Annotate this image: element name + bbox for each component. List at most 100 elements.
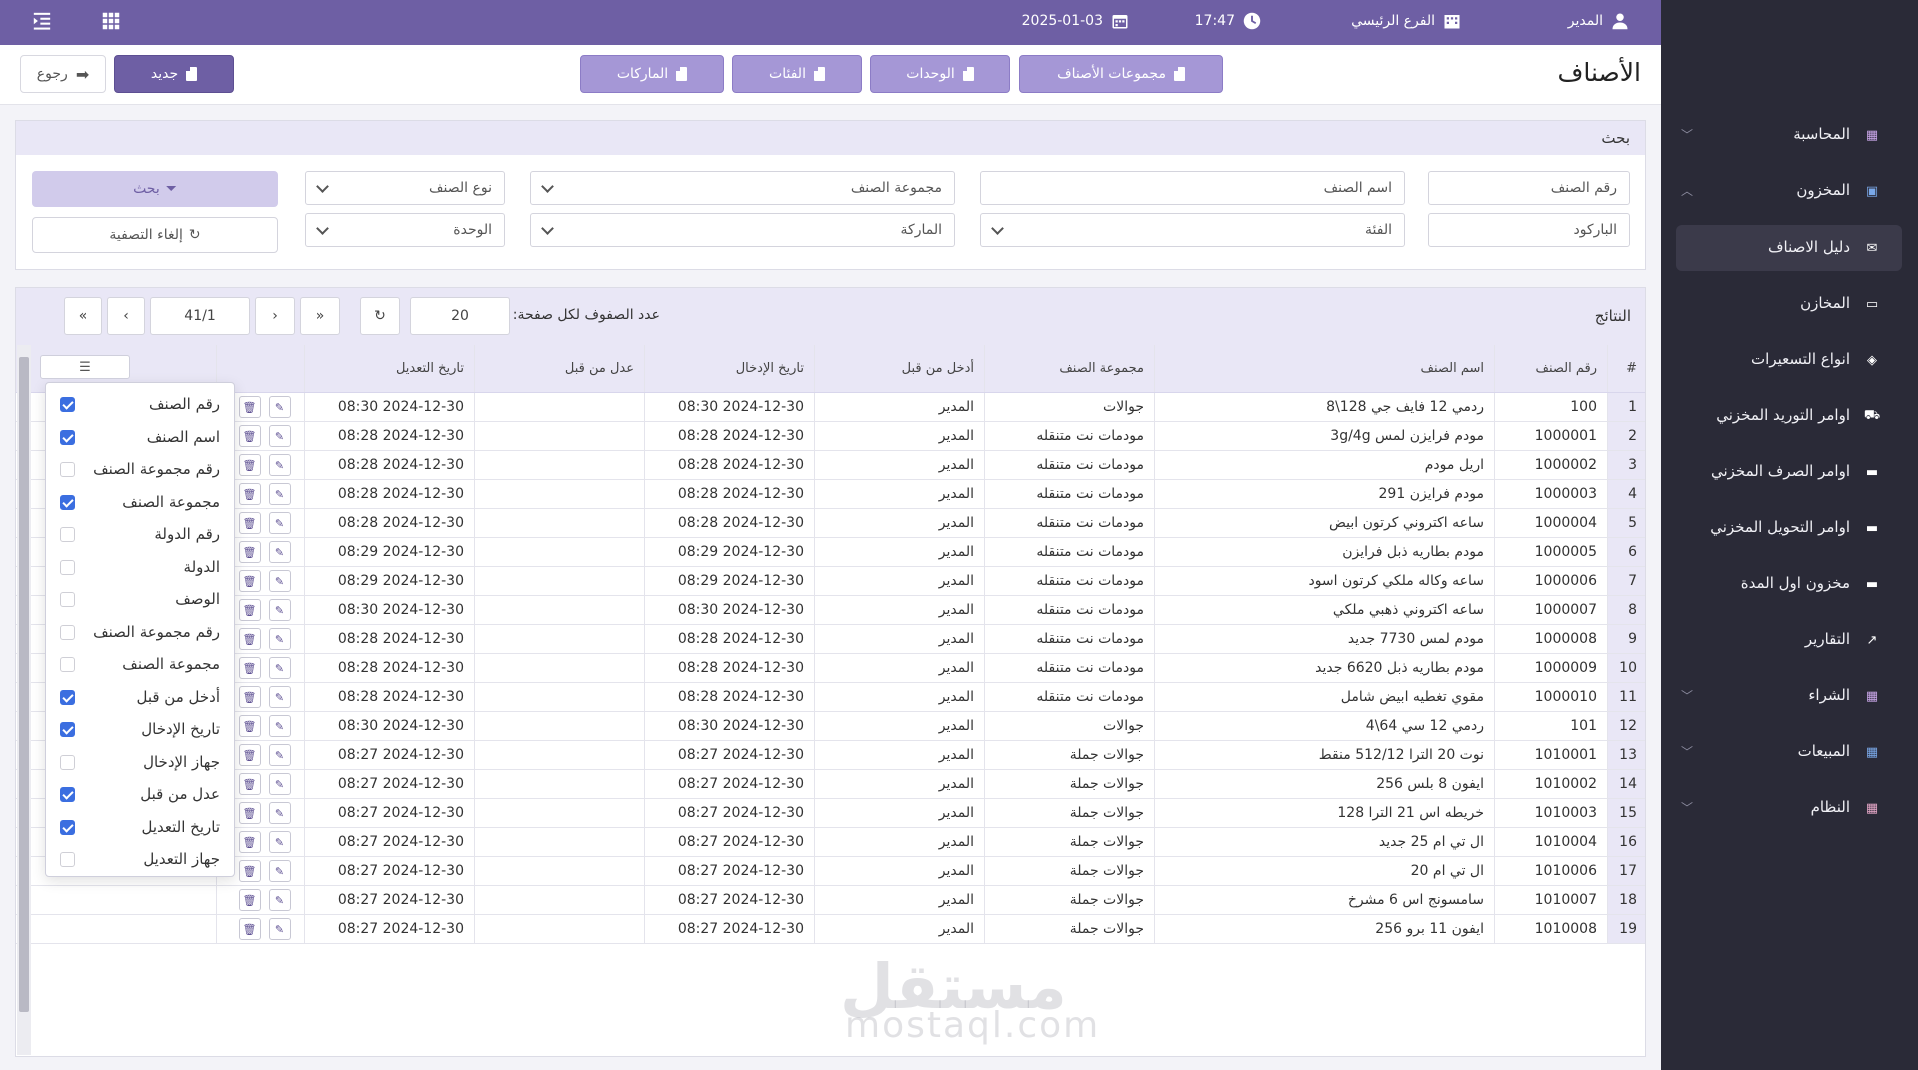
chevron-down-icon[interactable]: ﹀: [1678, 126, 1696, 144]
sidebar-item-8[interactable]: ▬ مخزون اول المدة: [1676, 561, 1902, 607]
trash-icon[interactable]: 🗑: [238, 918, 261, 940]
chevron-up-icon[interactable]: ︿: [1678, 182, 1696, 200]
item-no-input[interactable]: رقم الصنف: [1428, 171, 1630, 205]
header-date[interactable]: تاريخ الإدخال: [644, 345, 814, 392]
table-row[interactable]: 4 1000003 مودم فرايزن 291 مودمات نت متنقله ا…: [16, 480, 1645, 509]
table-row[interactable]: 16 1010004 ال تي ام 25 جديد جوالات جملة المد…: [16, 828, 1645, 857]
table-row[interactable]: 9 1000008 مودم لمس 7730 جديد مودمات نت متنق…: [16, 625, 1645, 654]
chevron-down-icon[interactable]: ﹀: [1678, 799, 1696, 817]
edit-icon[interactable]: ✎: [268, 860, 291, 882]
column-option[interactable]: تاريخ الإدخال: [46, 712, 220, 746]
checkbox[interactable]: [60, 429, 75, 445]
checkbox[interactable]: [60, 494, 75, 510]
column-settings-button[interactable]: ☰: [40, 355, 130, 379]
table-row[interactable]: 13 1010001 نوت 20 الترا 512/12 منقط جوالات …: [16, 741, 1645, 770]
checkbox[interactable]: [60, 527, 75, 542]
edit-icon[interactable]: ✎: [268, 802, 291, 824]
trash-icon[interactable]: 🗑: [238, 802, 261, 824]
sidebar-item-10[interactable]: ▦ الشراء ﹀: [1676, 673, 1902, 719]
sidebar-item-3[interactable]: ▭ المخازن: [1676, 281, 1902, 327]
tab-brands[interactable]: الماركات: [580, 55, 724, 93]
checkbox[interactable]: [60, 852, 75, 867]
edit-icon[interactable]: ✎: [268, 773, 291, 795]
rows-per-page-input[interactable]: 20: [410, 297, 510, 335]
header-n[interactable]: #: [1607, 345, 1645, 392]
table-scrollbar[interactable]: [17, 345, 31, 1055]
column-option[interactable]: الدولة: [46, 550, 220, 584]
edit-icon[interactable]: ✎: [268, 396, 291, 418]
column-option[interactable]: مجموعة الصنف: [46, 647, 220, 681]
table-row[interactable]: 12 101 ردمي 12 سي 64\4 جوالات المدير 2024-12-…: [16, 712, 1645, 741]
header-mby[interactable]: عدل من قبل: [474, 345, 644, 392]
edit-icon[interactable]: ✎: [268, 918, 291, 940]
trash-icon[interactable]: 🗑: [238, 773, 261, 795]
chevron-down-icon[interactable]: ﹀: [1678, 743, 1696, 761]
column-option[interactable]: رقم الدولة: [46, 517, 220, 551]
trash-icon[interactable]: 🗑: [238, 541, 261, 563]
barcode-input[interactable]: الباركود: [1428, 213, 1630, 247]
tab-categories[interactable]: الفئات: [732, 55, 862, 93]
column-option[interactable]: تاريخ التعديل: [46, 810, 220, 844]
table-row[interactable]: 7 1000006 ساعه وكاله ملكي كرتون اسود مودمات…: [16, 567, 1645, 596]
column-option[interactable]: رقم مجموعة الصنف: [46, 452, 220, 486]
edit-icon[interactable]: ✎: [268, 512, 291, 534]
chevron-down-icon[interactable]: ﹀: [1678, 687, 1696, 705]
menu-toggle-button[interactable]: [32, 12, 52, 30]
brand-select[interactable]: الماركة: [530, 213, 955, 247]
edit-icon[interactable]: ✎: [268, 483, 291, 505]
edit-icon[interactable]: ✎: [268, 657, 291, 679]
column-option[interactable]: مجموعة الصنف: [46, 485, 220, 519]
table-row[interactable]: 8 1000007 ساعه اكتروني ذهبي ملكي مودمات نت …: [16, 596, 1645, 625]
edit-icon[interactable]: ✎: [268, 599, 291, 621]
column-option[interactable]: جهاز الإدخال: [46, 745, 220, 779]
edit-icon[interactable]: ✎: [268, 686, 291, 708]
edit-icon[interactable]: ✎: [268, 454, 291, 476]
checkbox[interactable]: [60, 722, 75, 737]
edit-icon[interactable]: ✎: [268, 889, 291, 911]
edit-icon[interactable]: ✎: [268, 628, 291, 650]
refresh-button[interactable]: ↻: [360, 297, 400, 335]
clear-filter-button[interactable]: ↻ إلغاء التصفية: [32, 217, 278, 253]
new-button[interactable]: جديد: [114, 55, 234, 93]
tab-units[interactable]: الوحدات: [870, 55, 1010, 93]
table-row[interactable]: 18 1010007 سامسونج اس 6 مشرخ جوالات جملة الم…: [16, 886, 1645, 915]
checkbox[interactable]: [60, 397, 75, 412]
trash-icon[interactable]: 🗑: [238, 599, 261, 621]
item-type-select[interactable]: نوع الصنف: [305, 171, 505, 205]
trash-icon[interactable]: 🗑: [238, 483, 261, 505]
trash-icon[interactable]: 🗑: [238, 686, 261, 708]
table-row[interactable]: 11 1000010 مقوي تغطيه ابيض شامل مودمات نت م…: [16, 683, 1645, 712]
prev-page-button[interactable]: ‹: [255, 297, 295, 335]
checkbox[interactable]: [60, 754, 75, 770]
trash-icon[interactable]: 🗑: [238, 889, 261, 911]
sidebar-item-1[interactable]: ▣ المخزون ︿: [1676, 168, 1902, 214]
column-option[interactable]: الوصف: [46, 582, 220, 616]
sidebar-item-6[interactable]: ▬ اوامر الصرف المخزني: [1676, 449, 1902, 495]
scrollbar-thumb[interactable]: [19, 357, 29, 1012]
sidebar-item-2[interactable]: ✉ دليل الاصناف: [1676, 225, 1902, 271]
sidebar-item-4[interactable]: ◈ انواع التسعيرات: [1676, 337, 1902, 383]
table-row[interactable]: 2 1000001 مودم فرايزن لمس 3g/4g مودمات نت م…: [16, 422, 1645, 451]
table-row[interactable]: 1 100 ردمي 12 فايف جي 128\8 جوالات المدير 202…: [16, 393, 1645, 422]
sidebar-item-5[interactable]: ⛟ اوامر التوريد المخزني: [1676, 393, 1902, 439]
header-name[interactable]: اسم الصنف: [1154, 345, 1494, 392]
trash-icon[interactable]: 🗑: [238, 860, 261, 882]
checkbox[interactable]: [60, 689, 75, 705]
table-row[interactable]: 10 1000009 مودم بطاريه ذبل 6620 جديد مودمات…: [16, 654, 1645, 683]
checkbox[interactable]: [60, 787, 75, 802]
back-button[interactable]: ➡ رجوع: [20, 55, 106, 93]
checkbox[interactable]: [60, 462, 75, 477]
table-row[interactable]: 6 1000005 مودم بطاريه ذبل فرايزن مودمات نت …: [16, 538, 1645, 567]
header-by[interactable]: أدخل من قبل: [814, 345, 984, 392]
first-page-button[interactable]: «: [300, 297, 340, 335]
sidebar-item-9[interactable]: ↗ التقارير: [1676, 617, 1902, 663]
edit-icon[interactable]: ✎: [268, 570, 291, 592]
header-group[interactable]: مجموعة الصنف: [984, 345, 1154, 392]
trash-icon[interactable]: 🗑: [238, 396, 261, 418]
column-option[interactable]: رقم الصنف: [46, 387, 220, 421]
header-mdate[interactable]: تاريخ التعديل: [304, 345, 474, 392]
sidebar-item-12[interactable]: ▦ النظام ﹀: [1676, 785, 1902, 831]
tab-item-groups[interactable]: مجموعات الأصناف: [1019, 55, 1223, 93]
trash-icon[interactable]: 🗑: [238, 657, 261, 679]
trash-icon[interactable]: 🗑: [238, 628, 261, 650]
